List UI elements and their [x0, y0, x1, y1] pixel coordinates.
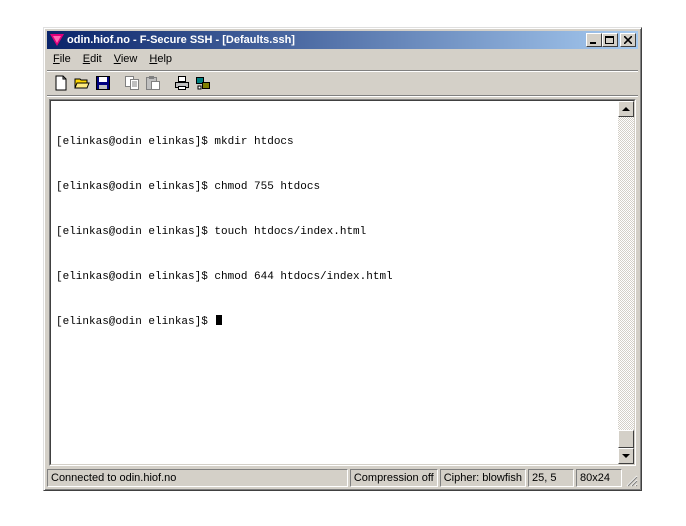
toolbar [47, 70, 638, 96]
menu-help[interactable]: Help [143, 53, 178, 65]
terminal-line: [elinkas@odin elinkas]$ touch htdocs/ind… [56, 226, 367, 238]
scroll-thumb[interactable] [618, 430, 634, 448]
terminal-line: [elinkas@odin elinkas]$ mkdir htdocs [56, 136, 294, 148]
fsecure-logo-icon[interactable] [50, 33, 64, 47]
terminal-prompt-line: [elinkas@odin elinkas]$ [56, 315, 614, 330]
maximize-button[interactable] [602, 33, 618, 47]
ssh-window: odin.hiof.no - F-Secure SSH - [Defaults.… [43, 27, 642, 491]
menu-file[interactable]: File [47, 53, 77, 65]
resize-grip-icon[interactable] [624, 469, 638, 487]
scroll-up-button[interactable] [618, 101, 634, 117]
status-bar: Connected to odin.hiof.no Compression of… [47, 469, 638, 487]
close-button[interactable] [620, 33, 636, 47]
copy-icon [125, 76, 139, 90]
new-file-button[interactable] [51, 73, 71, 93]
arrow-up-icon [622, 106, 630, 111]
arrow-down-icon [622, 453, 630, 458]
vertical-scrollbar[interactable] [618, 101, 634, 464]
terminal-output[interactable]: [elinkas@odin elinkas]$ mkdir htdocs [el… [56, 105, 614, 464]
menu-edit[interactable]: Edit [77, 53, 108, 65]
terminal-frame: [elinkas@odin elinkas]$ mkdir htdocs [el… [49, 99, 636, 466]
terminal-line: [elinkas@odin elinkas]$ chmod 755 htdocs [56, 181, 321, 193]
print-icon [175, 76, 189, 90]
open-folder-icon [74, 78, 90, 89]
terminal-line: [elinkas@odin elinkas]$ chmod 644 htdocs… [56, 271, 393, 283]
open-button[interactable] [72, 73, 92, 93]
menu-view[interactable]: View [108, 53, 144, 65]
text-cursor [216, 315, 223, 325]
status-cipher: Cipher: blowfish [439, 469, 526, 487]
terminal[interactable]: [elinkas@odin elinkas]$ mkdir htdocs [el… [50, 100, 635, 465]
paste-icon [146, 76, 160, 90]
scroll-down-button[interactable] [618, 448, 634, 464]
properties-button[interactable] [193, 73, 213, 93]
terminal-prompt: [elinkas@odin elinkas]$ [56, 316, 208, 328]
title-bar[interactable]: odin.hiof.no - F-Secure SSH - [Defaults.… [47, 31, 638, 49]
menu-bar: File Edit View Help [47, 50, 638, 67]
save-icon [96, 76, 110, 90]
save-button[interactable] [93, 73, 113, 93]
copy-button[interactable] [122, 73, 142, 93]
properties-icon [196, 77, 210, 90]
new-file-icon [55, 75, 67, 91]
minimize-button[interactable] [586, 33, 602, 47]
status-cursor-position: 25, 5 [528, 469, 574, 487]
print-button[interactable] [172, 73, 192, 93]
status-connection: Connected to odin.hiof.no [47, 469, 348, 487]
status-compression: Compression off [349, 469, 438, 487]
status-terminal-size: 80x24 [576, 469, 622, 487]
window-title: odin.hiof.no - F-Secure SSH - [Defaults.… [67, 34, 295, 46]
paste-button[interactable] [143, 73, 163, 93]
